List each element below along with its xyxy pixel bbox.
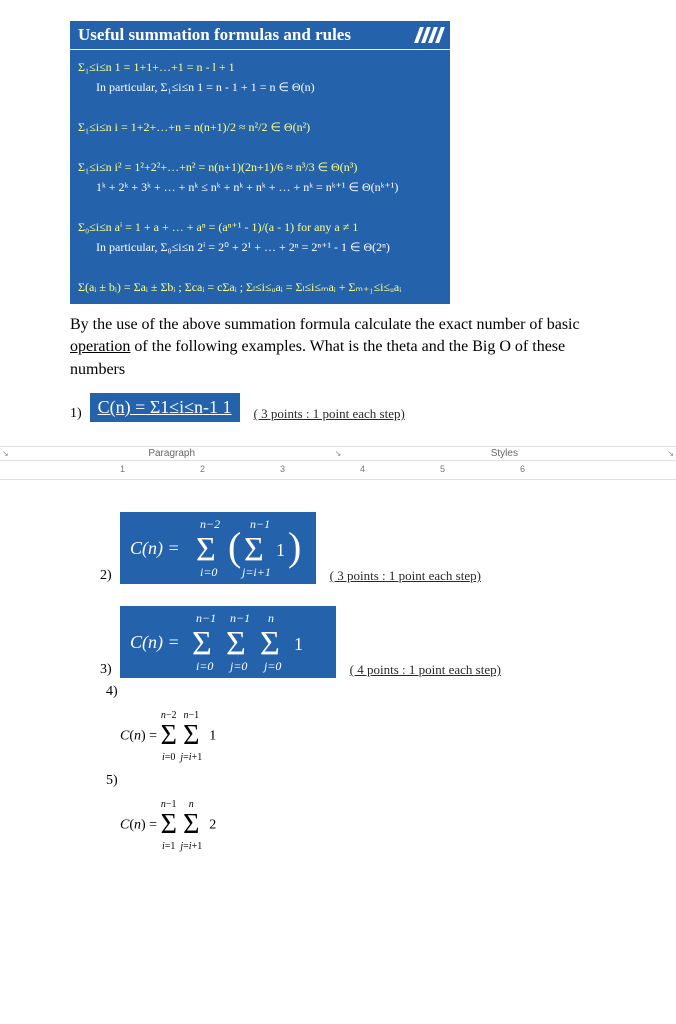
svg-text:C(n) =: C(n) = (130, 538, 180, 559)
reference-title-bar: Useful summation formulas and rules (70, 20, 450, 50)
svg-text:n−1: n−1 (250, 517, 270, 531)
question-3-row: 3) C(n) = n−1 Σ i=0 n−1 Σ j=0 n Σ j=0 1 (100, 606, 606, 678)
prompt-underlined: operation (70, 338, 130, 355)
q2-points: ( 3 points : 1 point each step) (330, 568, 481, 584)
svg-text:i=0: i=0 (196, 659, 213, 673)
svg-text:Σ: Σ (244, 531, 264, 568)
svg-text:1: 1 (294, 634, 303, 654)
ruler-mark: 3 (280, 464, 285, 474)
paragraph-launcher-icon[interactable]: ↘ (0, 447, 11, 460)
ruler-mark: 1 (120, 464, 125, 474)
svg-text:Σ: Σ (192, 625, 212, 662)
svg-text:): ) (288, 524, 301, 569)
svg-text:n−2: n−2 (200, 517, 220, 531)
svg-text:j=0: j=0 (228, 659, 247, 673)
q3-formula-box: C(n) = n−1 Σ i=0 n−1 Σ j=0 n Σ j=0 1 (120, 606, 336, 678)
question-2-row: 2) C(n) = n−2 Σ i=0 ( n−1 Σ j=i+1 1 ) (100, 512, 606, 584)
ruler-mark: 6 (520, 464, 525, 474)
q4-number: 4) (106, 684, 606, 700)
svg-text:(: ( (228, 524, 241, 569)
ruler-mark: 2 (200, 464, 205, 474)
svg-text:Σ: Σ (226, 625, 246, 662)
svg-text:j=i+1: j=i+1 (240, 565, 271, 579)
svg-text:n−1: n−1 (196, 611, 216, 625)
q3-number: 3) (100, 662, 112, 678)
q2-formula-svg: C(n) = n−2 Σ i=0 ( n−1 Σ j=i+1 1 ) (128, 516, 308, 580)
formula-3b: 1ᵏ + 2ᵏ + 3ᵏ + … + nᵏ ≤ nᵏ + nᵏ + nᵏ + …… (78, 178, 442, 196)
formula-3: Σ₁≤i≤n i² = 1²+2²+…+n² = n(n+1)(2n+1)/6 … (78, 158, 442, 176)
q3-formula-svg: C(n) = n−1 Σ i=0 n−1 Σ j=0 n Σ j=0 1 (128, 610, 328, 674)
svg-text:n: n (268, 611, 274, 625)
title-decoration-stripes (417, 27, 442, 43)
q1-formula-box: C(n) = Σ1≤i≤n-1 1 (90, 393, 240, 422)
formula-5: Σ(aᵢ ± bᵢ) = Σaᵢ ± Σbᵢ ; Σcaᵢ = cΣaᵢ ; Σ… (78, 278, 442, 296)
ruler-mark: 4 (360, 464, 365, 474)
q5-formula: C(n) = n−1Σi=1 nΣj=i+1 2 (120, 799, 606, 852)
formula-list: Σ₁≤i≤n 1 = 1+1+…+1 = n - l + 1 In partic… (70, 50, 450, 304)
svg-text:i=0: i=0 (200, 565, 217, 579)
prompt-part1: By the use of the above summation formul… (70, 316, 580, 333)
svg-text:j=0: j=0 (262, 659, 281, 673)
svg-text:Σ: Σ (196, 531, 216, 568)
formula-2: Σ₁≤i≤n i = 1+2+…+n = n(n+1)/2 ≈ n²/2 ∈ Θ… (78, 118, 442, 136)
question-prompt: By the use of the above summation formul… (70, 314, 606, 381)
ribbon-styles-label: Styles (491, 448, 518, 459)
formula-1: Σ₁≤i≤n 1 = 1+1+…+1 = n - l + 1 (78, 58, 442, 76)
svg-text:n−1: n−1 (230, 611, 250, 625)
q1-points: ( 3 points : 1 point each step) (254, 406, 405, 422)
svg-text:C(n) =: C(n) = (130, 632, 180, 653)
ribbon-end-launcher-icon[interactable]: ↘ (665, 447, 676, 460)
q4-formula: C(n) = n−2Σi=0 n−1Σj=i+1 1 (120, 710, 606, 763)
question-1-row: 1) C(n) = Σ1≤i≤n-1 1 ( 3 points : 1 poin… (70, 393, 606, 422)
q2-number: 2) (100, 568, 112, 584)
styles-launcher-icon[interactable]: ↘ (333, 447, 344, 460)
q1-formula-text: C(n) = Σ1≤i≤n-1 1 (98, 397, 232, 417)
word-ribbon-strip: ↘ Paragraph ↘ Styles ↘ (0, 446, 676, 461)
ribbon-paragraph-label: Paragraph (148, 448, 195, 459)
q1-number: 1) (70, 406, 82, 422)
q5-number: 5) (106, 773, 606, 789)
reference-title: Useful summation formulas and rules (78, 25, 351, 45)
word-ruler[interactable]: 1 2 3 4 5 6 (0, 461, 676, 480)
formula-reference-box: Useful summation formulas and rules Σ₁≤i… (70, 20, 450, 304)
formula-1b: In particular, Σ₁≤i≤n 1 = n - 1 + 1 = n … (78, 78, 442, 96)
ruler-mark: 5 (440, 464, 445, 474)
q2-formula-box: C(n) = n−2 Σ i=0 ( n−1 Σ j=i+1 1 ) (120, 512, 316, 584)
svg-text:1: 1 (276, 540, 285, 560)
prompt-part2: of the following examples. What is the t… (70, 338, 565, 377)
formula-4b: In particular, Σ₀≤i≤n 2ⁱ = 2⁰ + 2¹ + … +… (78, 238, 442, 256)
ribbon-group-paragraph: Paragraph (11, 448, 333, 459)
q3-points: ( 4 points : 1 point each step) (350, 662, 501, 678)
formula-4: Σ₀≤i≤n aⁱ = 1 + a + … + aⁿ = (aⁿ⁺¹ - 1)/… (78, 218, 442, 236)
ribbon-group-styles: Styles (343, 448, 665, 459)
svg-text:Σ: Σ (260, 625, 280, 662)
